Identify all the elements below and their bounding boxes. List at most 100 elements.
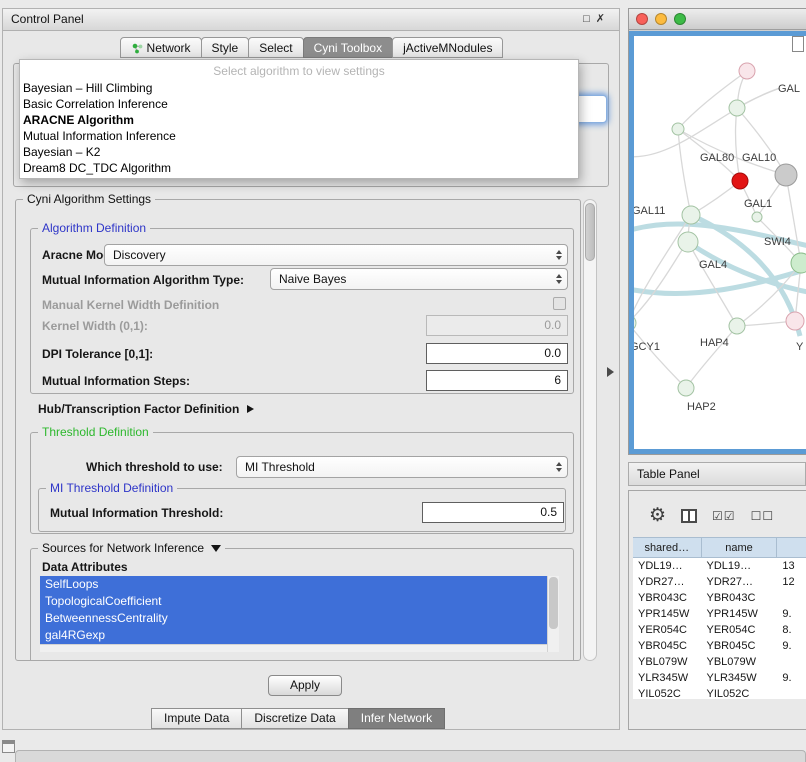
table-row[interactable]: YPR145WYPR145W9. <box>633 606 806 622</box>
network-node-gal11[interactable] <box>682 206 700 224</box>
attribute-gal4rgexp[interactable]: gal4RGexp <box>40 627 559 644</box>
column-header-col2[interactable] <box>777 538 806 557</box>
network-focus-frame: GALGAL80GAL10GAL11GAL1SWI4GAL4GCY1HAP4YH… <box>629 31 806 454</box>
table-panel-window: ⚙ ☑☑ ☐☐ shared…name YDL19…YDL19…13YDR27…YD… <box>628 490 806 730</box>
algorithm-option-mutual-information-inference[interactable]: Mutual Information Inference <box>20 128 578 144</box>
network-node-hap2[interactable] <box>678 380 694 396</box>
network-node[interactable] <box>739 63 755 79</box>
hide-columns-icon[interactable]: ☐☐ <box>751 509 775 523</box>
scrollbar-thumb[interactable] <box>549 577 558 629</box>
network-node-gal4[interactable] <box>678 232 698 252</box>
sources-toggle[interactable]: Sources for Network Inference <box>38 541 225 555</box>
table-cell: YDR27… <box>702 574 778 590</box>
cyni-settings-group: Cyni Algorithm Settings Algorithm Defini… <box>15 199 581 661</box>
node-label-gal1: GAL1 <box>744 198 772 210</box>
table-row[interactable]: YIL052CYIL052C <box>633 686 806 699</box>
network-canvas[interactable]: GALGAL80GAL10GAL11GAL1SWI4GAL4GCY1HAP4YH… <box>634 36 806 449</box>
attribute-topologicalcoefficient[interactable]: TopologicalCoefficient <box>40 593 559 610</box>
bottom-tab-infer-network[interactable]: Infer Network <box>348 708 445 729</box>
table-cell: 8. <box>777 622 806 638</box>
network-node[interactable] <box>775 164 797 186</box>
node-label-gal4: GAL4 <box>699 259 727 271</box>
table-cell <box>777 686 806 699</box>
mi-type-select[interactable]: Naive Bayes <box>270 268 568 290</box>
table-row[interactable]: YBR045CYBR045C9. <box>633 638 806 654</box>
attribute-betweennesscentrality[interactable]: BetweennessCentrality <box>40 610 559 627</box>
attributes-vertical-scrollbar[interactable] <box>547 576 559 652</box>
apply-button[interactable]: Apply <box>268 675 342 696</box>
table-cell: YDL19… <box>702 558 778 574</box>
table-row[interactable]: YBL079WYBL079W <box>633 654 806 670</box>
network-node-gal10[interactable] <box>732 173 748 189</box>
control-panel-titlebar[interactable]: Control Panel □✗ <box>3 9 619 31</box>
table-cell: YDL19… <box>633 558 702 574</box>
bottom-tab-discretize-data[interactable]: Discretize Data <box>241 708 348 729</box>
algorithm-option-aracne-algorithm[interactable]: ARACNE Algorithm <box>20 112 578 128</box>
close-button[interactable] <box>636 13 648 25</box>
kernel-width-field[interactable]: 0.0 <box>426 315 568 336</box>
algorithm-option-bayesian-k2[interactable]: Bayesian – K2 <box>20 144 578 160</box>
algorithm-option-basic-correlation-inference[interactable]: Basic Correlation Inference <box>20 96 578 112</box>
splitter-collapse-icon[interactable] <box>607 367 614 377</box>
network-window-titlebar[interactable] <box>629 9 806 30</box>
show-selected-columns-icon[interactable]: ☑☑ <box>712 509 736 523</box>
table-row[interactable]: YBR043CYBR043C <box>633 590 806 606</box>
tab-select[interactable]: Select <box>248 37 303 58</box>
table-cell: 9. <box>777 638 806 654</box>
aracne-mode-value: Discovery <box>113 248 166 262</box>
manual-kernel-checkbox[interactable] <box>553 297 566 310</box>
tab-label: jActiveMNodules <box>403 41 492 55</box>
table-row[interactable]: YER054CYER054C8. <box>633 622 806 638</box>
column-layout-icon[interactable] <box>681 509 697 523</box>
table-row[interactable]: YLR345WYLR345W9. <box>633 670 806 686</box>
canvas-scroll-corner[interactable] <box>792 36 804 52</box>
control-panel-window: Control Panel □✗ NetworkStyle Select Cyni … <box>2 8 620 730</box>
tab-cyni-toolbox[interactable]: Cyni Toolbox <box>303 37 393 58</box>
which-threshold-select[interactable]: MI Threshold <box>236 456 568 478</box>
tab-network[interactable]: Network <box>120 37 202 58</box>
data-attributes-list[interactable]: SelfLoopsTopologicalCoefficientBetweenne… <box>40 576 559 652</box>
bottom-tab-impute-data[interactable]: Impute Data <box>151 708 242 729</box>
tab-label: Select <box>259 41 292 55</box>
mi-steps-field[interactable]: 6 <box>426 370 568 391</box>
table-row[interactable]: YDL19…YDL19…13 <box>633 558 806 574</box>
column-header-shared[interactable]: shared… <box>633 538 702 557</box>
attributes-horizontal-scrollbar[interactable] <box>40 644 547 652</box>
expand-right-icon[interactable] <box>247 405 254 413</box>
mi-threshold-field[interactable]: 0.5 <box>422 502 564 523</box>
table-body: YDL19…YDL19…13YDR27…YDR27…12YBR043CYBR04… <box>633 558 806 699</box>
hub-definition-toggle[interactable]: Hub/Transcription Factor Definition <box>38 402 254 416</box>
table-panel-titlebar[interactable]: Table Panel <box>628 462 806 486</box>
float-window-icon[interactable]: □ <box>583 13 596 25</box>
algorithm-option-dream8-dc-tdc-algorithm[interactable]: Dream8 DC_TDC Algorithm <box>20 160 578 176</box>
threshold-definition-title: Threshold Definition <box>38 425 153 439</box>
network-node[interactable] <box>786 312 804 330</box>
tab-jactivemnodules[interactable]: jActiveMNodules <box>392 37 503 58</box>
aracne-mode-select[interactable]: Discovery <box>104 244 568 266</box>
network-node[interactable] <box>729 100 745 116</box>
scrollbar-thumb[interactable] <box>585 203 595 261</box>
collapse-down-icon[interactable] <box>211 545 221 552</box>
mi-threshold-label: Mutual Information Threshold: <box>50 506 223 520</box>
table-row[interactable]: YDR27…YDR27…12 <box>633 574 806 590</box>
tab-style[interactable]: Style <box>201 37 250 58</box>
minimize-button[interactable] <box>655 13 667 25</box>
dpi-tolerance-field[interactable]: 0.0 <box>426 343 568 364</box>
close-panel-icon[interactable]: ✗ <box>596 13 611 25</box>
table-cell: 12 <box>777 574 806 590</box>
network-node-hap4[interactable] <box>729 318 745 334</box>
network-node-gal1[interactable] <box>752 212 762 222</box>
network-edge <box>634 323 686 388</box>
dpi-tolerance-label: DPI Tolerance [0,1]: <box>42 347 153 361</box>
column-header-name[interactable]: name <box>702 538 778 557</box>
minimized-window-icon[interactable] <box>2 740 15 753</box>
zoom-button[interactable] <box>674 13 686 25</box>
settings-vertical-scrollbar[interactable] <box>583 199 597 661</box>
table-cell: YIL052C <box>702 686 778 699</box>
network-node[interactable] <box>791 253 806 273</box>
network-node-gcy1[interactable] <box>634 315 636 331</box>
attribute-selfloops[interactable]: SelfLoops <box>40 576 559 593</box>
network-node[interactable] <box>672 123 684 135</box>
algorithm-option-bayesian-hill-climbing[interactable]: Bayesian – Hill Climbing <box>20 80 578 96</box>
settings-gear-icon[interactable]: ⚙ <box>649 505 666 527</box>
